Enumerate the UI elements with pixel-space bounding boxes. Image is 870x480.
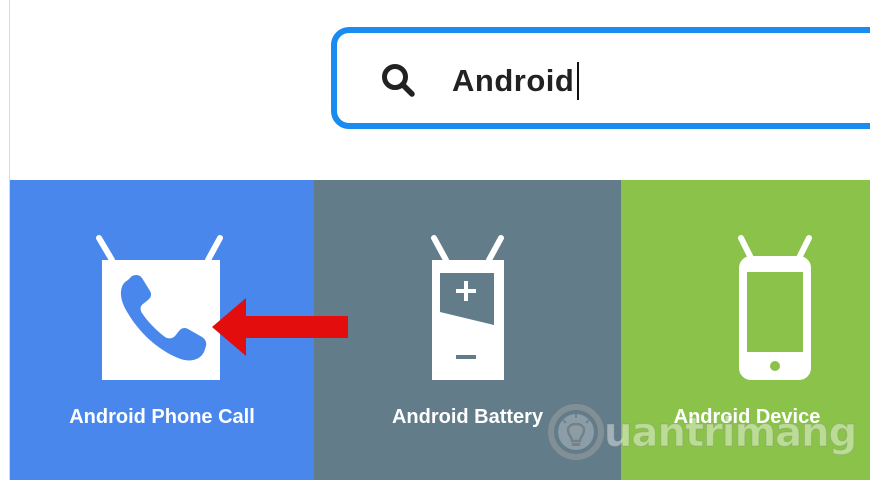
window-edge [0,0,10,480]
watermark: uantrimang [546,396,858,476]
watermark-text: uantrimang [603,410,857,457]
battery-icon [431,235,504,380]
tile-label: Android Phone Call [69,406,255,428]
app-window: Android Android Phone Call Android Batte… [0,0,870,480]
lightbulb-logo-icon [548,404,604,460]
search-input[interactable]: Android [452,59,580,103]
text-caret [577,62,580,100]
search-icon [382,64,415,97]
phone-call-icon [96,235,223,380]
smartphone-icon [738,235,812,380]
search-box[interactable]: Android [331,27,870,129]
search-input-value: Android [452,63,575,98]
red-arrow-annotation [212,298,348,356]
